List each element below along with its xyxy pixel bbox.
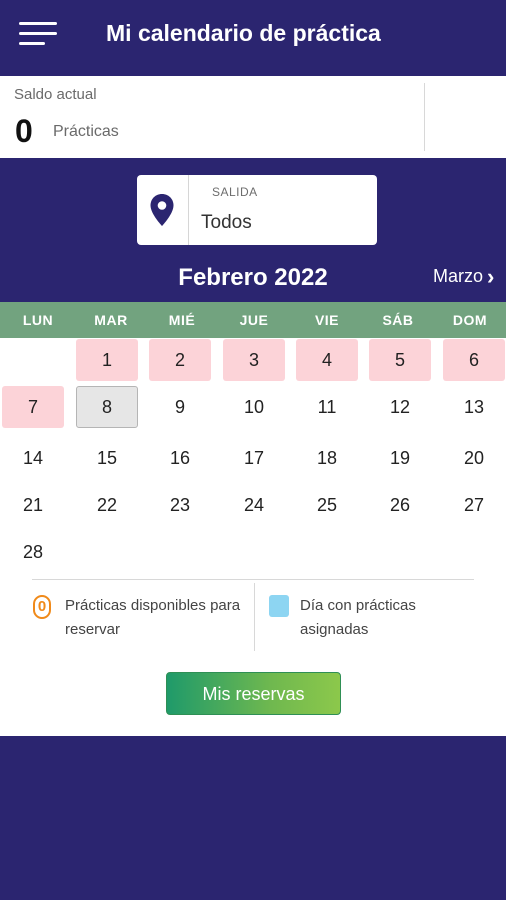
calendar-day[interactable]: 2 [149,339,211,381]
calendar-day[interactable]: 13 [443,386,505,428]
balance-label: Saldo actual [14,86,97,103]
weekday-label: DOM [452,312,488,328]
available-practices-badge: 0 [33,595,51,619]
balance-count: 0 [15,113,33,149]
calendar-day[interactable]: 25 [296,484,358,526]
weekday-label: SÁB [382,312,414,328]
weekday-header: LUN MAR MIÉ JUE VIE SÁB DOM [0,302,506,338]
departure-selector[interactable]: SALIDA Todos [137,175,377,245]
legend-assigned-text: Día con prácticas asignadas [300,597,416,638]
location-pin-icon [150,194,174,226]
weekday-label: VIE [314,312,340,328]
calendar-day[interactable]: 19 [369,437,431,479]
calendar-day[interactable]: 22 [76,484,138,526]
weekday-label: LUN [22,312,54,328]
calendar-day[interactable]: 9 [149,386,211,428]
calendar-day[interactable]: 27 [443,484,505,526]
hamburger-menu-icon[interactable] [19,22,57,48]
balance-panel: Saldo actual 0 Prácticas [0,76,506,158]
balance-divider [424,83,425,151]
next-month-button[interactable]: Marzo › [433,263,495,289]
calendar-day[interactable]: 23 [149,484,211,526]
month-title: Febrero 2022 [178,264,328,291]
weekday-label: MAR [94,312,128,328]
page-title: Mi calendario de práctica [106,20,381,46]
legend-divider-line [32,579,474,580]
assigned-day-swatch [269,595,289,617]
calendar-day[interactable]: 17 [223,437,285,479]
calendar-day[interactable]: 3 [223,339,285,381]
legend-available-text: Prácticas disponibles para reservar [65,597,241,638]
calendar-day[interactable]: 18 [296,437,358,479]
balance-unit: Prácticas [53,123,119,140]
weekday-label: JUE [239,312,269,328]
legend-divider [254,583,255,651]
calendar-day[interactable]: 7 [2,386,64,428]
calendar-day[interactable]: 11 [296,386,358,428]
departure-label: SALIDA [212,185,258,199]
next-month-label: Marzo [433,266,484,286]
calendar-day[interactable]: 26 [369,484,431,526]
chevron-right-icon: › [487,263,495,289]
my-reservations-button[interactable]: Mis reservas [166,672,341,715]
departure-value: Todos [201,212,252,233]
calendar-day[interactable]: 12 [369,386,431,428]
calendar-day[interactable]: 16 [149,437,211,479]
calendar-panel: LUN MAR MIÉ JUE VIE SÁB DOM 1 2 3 4 5 6 7 8 9 10 1… [0,302,506,736]
calendar-day[interactable]: 15 [76,437,138,479]
calendar-day[interactable]: 21 [2,484,64,526]
calendar-day[interactable]: 14 [2,437,64,479]
calendar-day[interactable]: 8 [76,386,138,428]
calendar-day[interactable]: 24 [223,484,285,526]
calendar-day[interactable]: 6 [443,339,505,381]
calendar-day[interactable]: 20 [443,437,505,479]
calendar-day[interactable]: 10 [223,386,285,428]
weekday-label: MIÉ [168,312,196,328]
departure-divider [188,175,189,245]
calendar-day[interactable]: 5 [369,339,431,381]
app-header: Mi calendario de práctica [0,0,506,76]
calendar-day[interactable]: 4 [296,339,358,381]
calendar-day[interactable]: 28 [2,531,64,573]
calendar-day[interactable]: 1 [76,339,138,381]
